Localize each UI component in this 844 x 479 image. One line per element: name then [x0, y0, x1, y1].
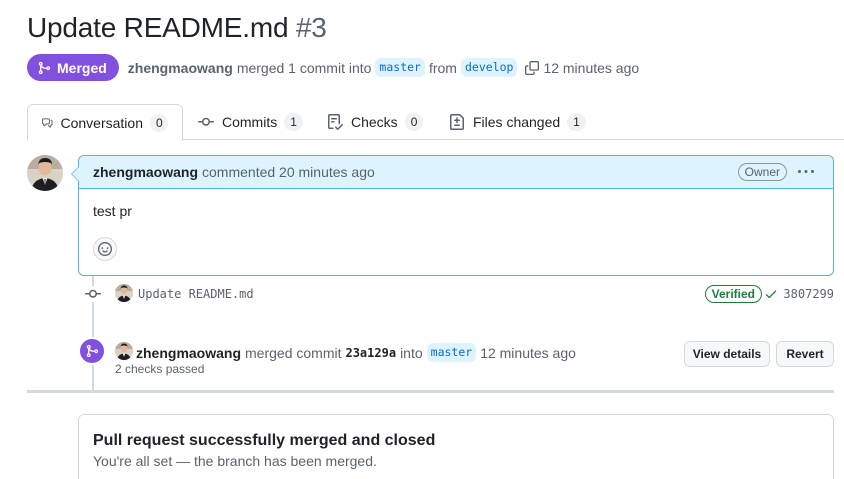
merge-description: zhengmaowang merged commit 23a129a into … [136, 343, 576, 362]
comment-author-link[interactable]: zhengmaowang [93, 164, 198, 180]
owner-badge: Owner [737, 163, 787, 181]
merge-author-link[interactable]: zhengmaowang [136, 345, 241, 361]
head-branch-link[interactable]: develop [460, 58, 518, 77]
git-commit-icon [198, 117, 214, 126]
merged-text: merged 1 commit into [236, 59, 372, 76]
avatar[interactable] [115, 342, 133, 360]
commit-timeline-item: Update README.md Verified 3807299 [84, 284, 834, 304]
merge-time[interactable]: 12 minutes ago [480, 345, 576, 361]
merge-timeline-item: zhengmaowang merged commit 23a129a into … [78, 337, 834, 379]
pr-tabs: Conversation 0 Commits 1 Checks 0 Files … [27, 104, 844, 141]
tab-commits[interactable]: Commits 1 [198, 104, 303, 140]
view-details-button[interactable]: View details [684, 341, 770, 367]
comment-header: zhengmaowang commented 20 minutes ago [79, 156, 833, 189]
checks-passed-text: 2 checks passed [115, 362, 205, 376]
avatar[interactable] [27, 155, 63, 191]
merge-status-title: Pull request successfully merged and clo… [93, 432, 436, 449]
verified-badge[interactable]: Verified [704, 285, 762, 303]
merge-status-subtitle: You're all set — the branch has been mer… [93, 453, 377, 469]
checklist-icon [328, 114, 343, 130]
tab-files-changed[interactable]: Files changed 1 [449, 104, 586, 140]
merge-commit-sha-link[interactable]: 23a129a [345, 346, 396, 360]
kebab-menu-icon[interactable] [795, 162, 817, 182]
tab-counter: 1 [284, 113, 303, 131]
pr-time: 12 minutes ago [543, 59, 640, 76]
pr-title: Update README.md [27, 12, 289, 43]
comment-body: test pr [93, 203, 132, 219]
state-label: Merged [57, 59, 107, 76]
tab-label: Conversation [60, 114, 144, 131]
file-diff-icon [450, 114, 464, 130]
commit-message-link[interactable]: Update README.md [138, 287, 254, 301]
tab-counter: 0 [404, 113, 424, 131]
tab-label: Checks [351, 114, 398, 130]
comment-card: zhengmaowang commented 20 minutes ago Ow… [71, 155, 834, 276]
comment-discussion-icon [42, 117, 53, 128]
tab-counter: 1 [567, 113, 586, 131]
from-text: from [428, 59, 457, 76]
commit-status: 3807299 [764, 287, 834, 301]
pr-meta: Merged zhengmaowang merged 1 commit into… [27, 54, 639, 81]
merge-text-1: merged commit [245, 344, 342, 361]
tab-counter: 0 [150, 113, 168, 132]
merge-text-2: into [400, 344, 423, 361]
tab-label: Files changed [473, 114, 561, 130]
base-branch-link[interactable]: master [375, 58, 425, 77]
tab-conversation[interactable]: Conversation 0 [27, 104, 183, 141]
git-commit-icon [84, 286, 102, 302]
timeline-divider [27, 390, 834, 393]
comment-action-text[interactable]: commented 20 minutes ago [202, 164, 375, 180]
revert-button[interactable]: Revert [776, 341, 834, 367]
page-title: Update README.md #3 [27, 12, 327, 44]
smiley-icon [98, 242, 112, 256]
copy-icon[interactable] [525, 60, 540, 75]
avatar[interactable] [115, 284, 133, 302]
add-reaction-button[interactable] [93, 237, 117, 261]
merge-status-box: Pull request successfully merged and clo… [78, 414, 834, 479]
pr-author-link[interactable]: zhengmaowang [128, 60, 233, 76]
merge-branch-link[interactable]: master [426, 343, 477, 362]
pr-number: #3 [295, 12, 327, 43]
tab-label: Commits [222, 114, 278, 130]
commit-sha-link[interactable]: 3807299 [783, 287, 834, 301]
git-merge-icon [38, 61, 51, 74]
check-icon[interactable] [764, 287, 778, 301]
git-merge-icon [78, 337, 106, 365]
tab-checks[interactable]: Checks 0 [327, 104, 424, 140]
merged-state-badge: Merged [27, 54, 119, 81]
